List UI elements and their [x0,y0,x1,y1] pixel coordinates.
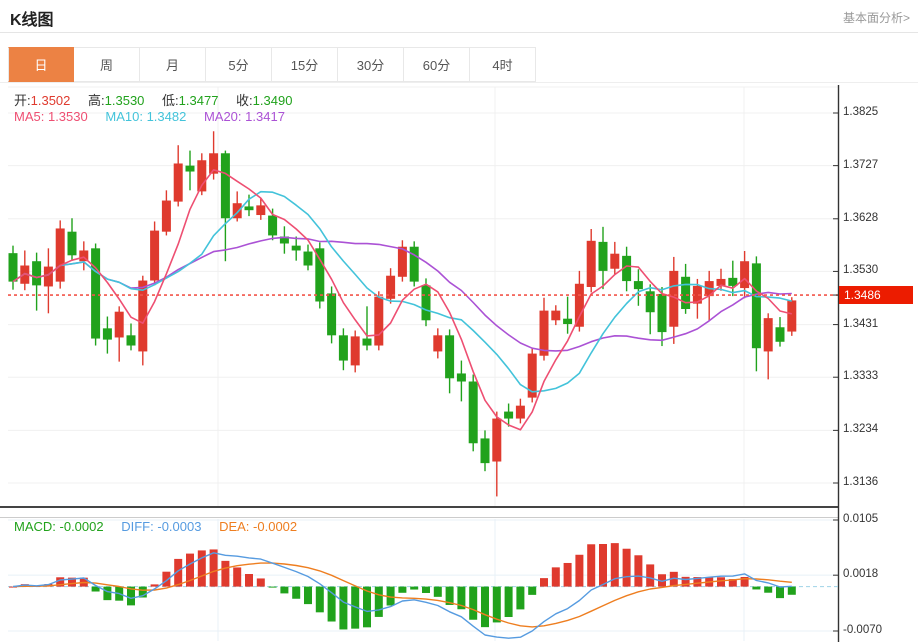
macd-axis-label: 0.0018 [843,568,913,580]
ma20-label: MA20: [204,109,242,124]
price-axis-label: 1.3727 [843,159,913,171]
low-value: 1.3477 [179,93,219,108]
price-axis-label: 1.3628 [843,212,913,224]
kline-widget: K线图 基本面分析> 日 周 月 5分 15分 30分 60分 4时 开:1.3… [0,0,918,642]
dea-label: DEA: [219,519,249,534]
tab-month[interactable]: 月 [140,47,206,82]
tab-week[interactable]: 周 [74,47,140,82]
price-axis-label: 1.3234 [843,423,913,435]
open-label: 开: [14,93,31,108]
ma-readout: MA5: 1.3530 MA10: 1.3482 MA20: 1.3417 [14,109,299,124]
high-value: 1.3530 [105,93,145,108]
price-axis-label: 1.3530 [843,264,913,276]
page-title: K线图 [10,6,54,30]
ma5-value: 1.3530 [48,109,88,124]
tab-30min[interactable]: 30分 [338,47,404,82]
macd-axis-label: 0.0105 [843,513,913,525]
ma5-label: MA5: [14,109,44,124]
tab-day[interactable]: 日 [8,47,74,82]
macd-label: MACD: [14,519,56,534]
tab-60min[interactable]: 60分 [404,47,470,82]
price-axis-label: 1.3136 [843,476,913,488]
low-label: 低: [162,93,179,108]
tab-5min[interactable]: 5分 [206,47,272,82]
title-divider [0,32,918,33]
high-label: 高: [88,93,105,108]
tabs-divider [0,82,918,83]
price-axis-label: 1.3825 [843,106,913,118]
diff-label: DIFF: [121,519,154,534]
tab-4hour[interactable]: 4时 [470,47,536,82]
dea-value: -0.0002 [253,519,297,534]
open-value: 1.3502 [31,93,71,108]
macd-readout: MACD: -0.0002 DIFF: -0.0003 DEA: -0.0002 [14,519,311,534]
price-axis-label: 1.3333 [843,370,913,382]
tab-15min[interactable]: 15分 [272,47,338,82]
diff-value: -0.0003 [157,519,201,534]
ohlc-readout: 开:1.3502 高:1.3530 低:1.3477 收:1.3490 [14,90,306,109]
macd-value: -0.0002 [60,519,104,534]
ma10-value: 1.3482 [147,109,187,124]
close-value: 1.3490 [253,93,293,108]
ma10-label: MA10: [105,109,143,124]
macd-axis-label: -0.0070 [843,624,913,636]
fundamental-analysis-link[interactable]: 基本面分析> [843,9,910,26]
period-tabs: 日 周 月 5分 15分 30分 60分 4时 [8,47,536,82]
ma20-value: 1.3417 [245,109,285,124]
close-label: 收: [236,93,253,108]
price-axis-label: 1.3431 [843,318,913,330]
current-price-tag: 1.3486 [839,286,913,304]
